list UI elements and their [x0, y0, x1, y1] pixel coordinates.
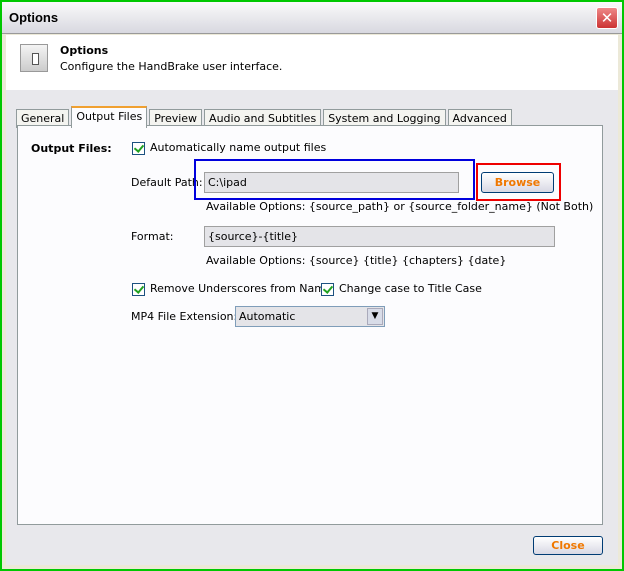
header-title: Options [60, 44, 109, 57]
title-case-checkbox[interactable]: Change case to Title Case [321, 282, 482, 296]
remove-underscores-label: Remove Underscores from Name [150, 282, 332, 295]
checkbox-checked-icon [321, 282, 334, 296]
format-label: Format: [131, 230, 174, 243]
header-subtitle: Configure the HandBrake user interface. [60, 60, 283, 73]
switch-icon [20, 44, 48, 72]
format-hint: Available Options: {source} {title} {cha… [206, 254, 507, 267]
window-title: Options [9, 10, 59, 25]
path-hint: Available Options: {source_path} or {sou… [206, 200, 594, 213]
chevron-down-icon[interactable]: ▼ [367, 308, 383, 325]
output-files-panel: Output Files: Automatically name output … [17, 125, 603, 525]
auto-name-checkbox[interactable]: Automatically name output files [132, 141, 326, 155]
title-case-label: Change case to Title Case [339, 282, 482, 295]
path-highlight-box [194, 159, 475, 200]
section-label: Output Files: [31, 142, 112, 155]
auto-name-label: Automatically name output files [150, 141, 327, 154]
tab-output-files[interactable]: Output Files [71, 106, 148, 128]
dialog-header: Options Configure the HandBrake user int… [6, 35, 618, 90]
close-icon: ✕ [600, 9, 614, 27]
mp4-ext-select[interactable]: Automatic ▼ [235, 306, 385, 327]
mp4-ext-value: Automatic [239, 310, 296, 323]
remove-underscores-checkbox[interactable]: Remove Underscores from Name [132, 282, 332, 296]
checkbox-checked-icon [132, 141, 145, 155]
title-bar: Options ✕ [2, 2, 622, 34]
format-input[interactable]: {source}-{title} [204, 226, 555, 247]
browse-highlight-box [476, 163, 561, 201]
default-path-label: Default Path: [131, 176, 203, 189]
close-window-button[interactable]: ✕ [596, 7, 618, 29]
close-button[interactable]: Close [533, 536, 603, 555]
checkbox-checked-icon [132, 282, 145, 296]
mp4-ext-label: MP4 File Extension: [131, 310, 238, 323]
